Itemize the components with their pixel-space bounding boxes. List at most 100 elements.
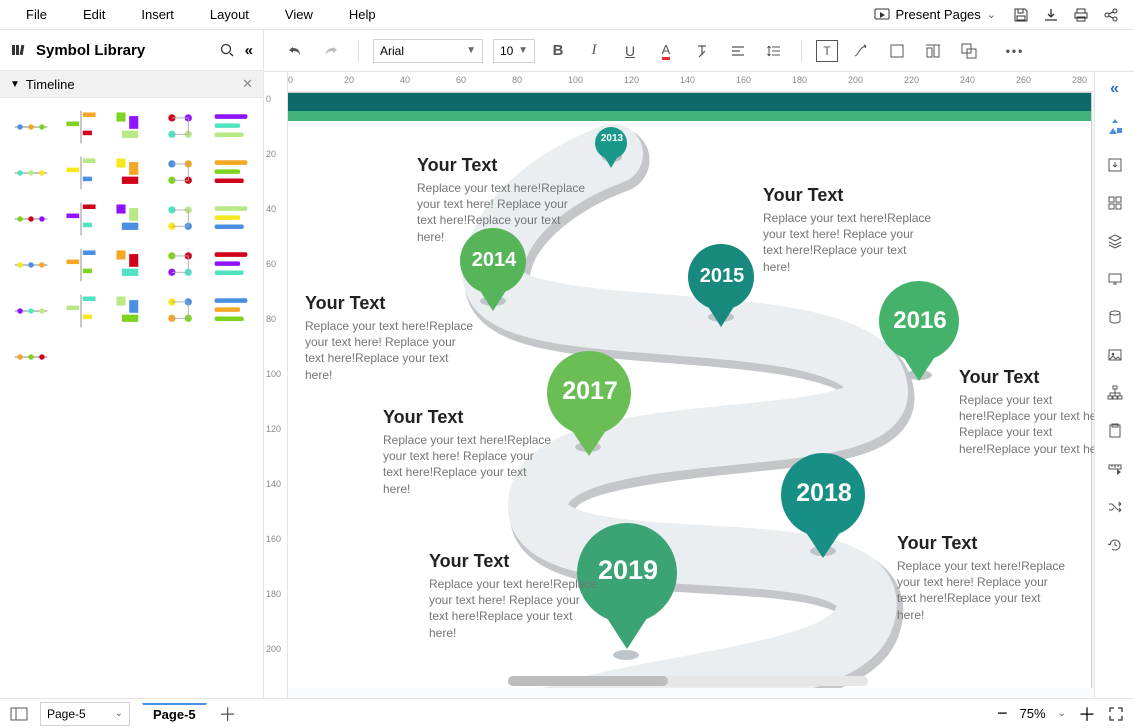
shuffle-icon[interactable] xyxy=(1104,496,1126,518)
text-block-3[interactable]: Your TextReplace your text here!Replace … xyxy=(305,293,475,383)
present-pages-button[interactable]: Present Pages ⌄ xyxy=(864,3,1007,27)
symbol-thumb[interactable] xyxy=(207,243,255,287)
zoom-value[interactable]: 75% xyxy=(1020,706,1046,721)
print-icon[interactable] xyxy=(1072,6,1090,24)
export-icon[interactable] xyxy=(1104,154,1126,176)
font-color-button[interactable]: A xyxy=(653,38,679,64)
symbol-thumb[interactable] xyxy=(7,243,55,287)
right-rail: « xyxy=(1094,72,1134,698)
text-block-5[interactable]: Your TextReplace your text here!Replace … xyxy=(383,407,553,497)
chevron-down-icon: ⌄ xyxy=(1058,708,1066,719)
underline-button[interactable]: U xyxy=(617,38,643,64)
add-page-button[interactable]: ＋ xyxy=(219,701,237,727)
font-size-combo[interactable]: 10▼ xyxy=(493,39,535,63)
symbol-thumb[interactable] xyxy=(157,105,205,149)
menu-edit[interactable]: Edit xyxy=(65,3,123,26)
data-icon[interactable] xyxy=(1104,306,1126,328)
symbol-thumb[interactable] xyxy=(207,105,255,149)
close-category-icon[interactable]: ✕ xyxy=(242,76,253,92)
bold-button[interactable]: B xyxy=(545,38,571,64)
collapse-rail-icon[interactable]: « xyxy=(1104,78,1126,100)
image-icon[interactable] xyxy=(1104,344,1126,366)
menubar: File Edit Insert Layout View Help Presen… xyxy=(0,0,1134,30)
clipboard-icon[interactable] xyxy=(1104,420,1126,442)
statusbar: Page-5⌄ Page-5 ＋ − 75% ⌄ ＋ xyxy=(0,698,1134,728)
share-icon[interactable] xyxy=(1102,6,1120,24)
page-tab[interactable]: Page-5 xyxy=(142,703,207,725)
symbol-thumb[interactable] xyxy=(57,105,105,149)
connector-button[interactable] xyxy=(848,38,874,64)
grid-icon[interactable] xyxy=(1104,192,1126,214)
symbol-thumb[interactable] xyxy=(57,289,105,333)
save-icon[interactable] xyxy=(1012,6,1030,24)
slides-icon[interactable] xyxy=(1104,268,1126,290)
symbol-thumb[interactable] xyxy=(107,243,155,287)
outline-view-icon[interactable] xyxy=(10,707,28,721)
align-button[interactable] xyxy=(725,38,751,64)
symbol-thumb[interactable] xyxy=(57,243,105,287)
page-selector[interactable]: Page-5⌄ xyxy=(40,702,130,726)
symbol-thumb[interactable] xyxy=(7,197,55,241)
symbol-thumb[interactable] xyxy=(107,197,155,241)
symbol-thumb[interactable] xyxy=(7,151,55,195)
menu-insert[interactable]: Insert xyxy=(123,3,192,26)
symbol-thumb[interactable] xyxy=(57,151,105,195)
text-tool-button[interactable]: T xyxy=(816,40,838,62)
symbol-thumb[interactable] xyxy=(157,243,205,287)
redo-button[interactable] xyxy=(318,38,344,64)
symbol-thumb[interactable] xyxy=(57,197,105,241)
collapse-sidebar-icon[interactable]: « xyxy=(245,42,253,59)
shape-outline-button[interactable] xyxy=(884,38,910,64)
undo-button[interactable] xyxy=(282,38,308,64)
menu-view[interactable]: View xyxy=(267,3,331,26)
zoom-out-button[interactable]: − xyxy=(997,703,1008,724)
scrollbar-thumb[interactable] xyxy=(508,676,668,686)
font-combo[interactable]: Arial▼ xyxy=(373,39,483,63)
line-spacing-button[interactable] xyxy=(761,38,787,64)
symbol-thumb[interactable] xyxy=(7,105,55,149)
text-block-1[interactable]: Your TextReplace your text here!Replace … xyxy=(417,155,587,245)
horizontal-ruler: 020406080100120140160180200220240260280 xyxy=(288,72,1094,92)
menu-file[interactable]: File xyxy=(8,3,65,26)
layers-icon[interactable] xyxy=(1104,230,1126,252)
more-button[interactable]: ••• xyxy=(1002,38,1028,64)
horizontal-scrollbar[interactable] xyxy=(508,676,868,686)
clear-format-button[interactable] xyxy=(689,38,715,64)
symbol-thumb[interactable] xyxy=(157,197,205,241)
text-block-7[interactable]: Your TextReplace your text here!Replace … xyxy=(429,551,599,641)
menu-help[interactable]: Help xyxy=(331,3,394,26)
symbol-thumb[interactable] xyxy=(7,289,55,333)
symbol-thumb[interactable] xyxy=(7,335,55,379)
year-2015: 2015 xyxy=(691,265,753,288)
page-viewport[interactable]: 2013 2014 2015 2016 2017 2018 2019 Your … xyxy=(288,92,1094,688)
symbol-thumb[interactable] xyxy=(107,289,155,333)
sitemap-icon[interactable] xyxy=(1104,382,1126,404)
italic-button[interactable]: I xyxy=(581,38,607,64)
symbol-thumb[interactable] xyxy=(207,197,255,241)
library-icon xyxy=(10,42,26,58)
page-canvas[interactable]: 2013 2014 2015 2016 2017 2018 2019 Your … xyxy=(288,92,1092,688)
symbol-thumb[interactable] xyxy=(207,289,255,333)
align-objects-button[interactable] xyxy=(920,38,946,64)
download-icon[interactable] xyxy=(1042,6,1060,24)
symbol-thumb[interactable] xyxy=(107,105,155,149)
symbol-thumb[interactable] xyxy=(207,151,255,195)
toolbar: Arial▼ 10▼ B I U A T ••• xyxy=(264,30,1134,72)
fullscreen-icon[interactable] xyxy=(1108,706,1124,722)
ruler-icon[interactable] xyxy=(1104,458,1126,480)
search-icon[interactable] xyxy=(219,42,235,58)
text-block-6[interactable]: Your TextReplace your text here!Replace … xyxy=(897,533,1067,623)
text-block-4[interactable]: Your TextReplace your text here!Replace … xyxy=(959,367,1094,457)
category-label: Timeline xyxy=(26,77,75,92)
text-block-2[interactable]: Your TextReplace your text here!Replace … xyxy=(763,185,933,275)
theme-icon[interactable] xyxy=(1104,116,1126,138)
main-area: Arial▼ 10▼ B I U A T ••• 020406080100120… xyxy=(264,30,1134,698)
symbol-thumb[interactable] xyxy=(157,151,205,195)
menu-layout[interactable]: Layout xyxy=(192,3,267,26)
zoom-in-button[interactable]: ＋ xyxy=(1078,701,1096,727)
symbol-thumb[interactable] xyxy=(107,151,155,195)
group-button[interactable] xyxy=(956,38,982,64)
category-header[interactable]: ▼ Timeline ✕ xyxy=(0,70,263,98)
symbol-thumb[interactable] xyxy=(157,289,205,333)
history-icon[interactable] xyxy=(1104,534,1126,556)
